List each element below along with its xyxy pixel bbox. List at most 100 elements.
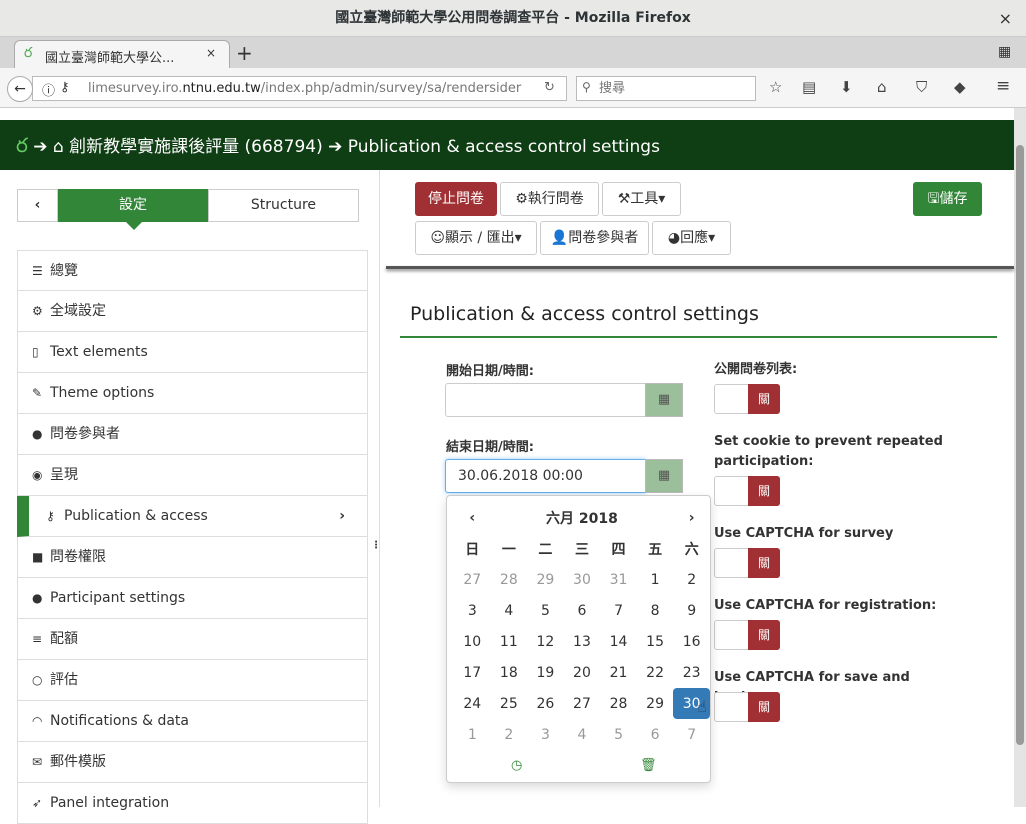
sidebar-collapse-button[interactable]: ‹ bbox=[17, 189, 58, 222]
sidebar-item[interactable]: ● Participant settings bbox=[17, 578, 368, 619]
calendar-day[interactable]: 23 bbox=[673, 657, 710, 688]
toggle-switch[interactable]: 關 bbox=[714, 692, 780, 722]
calendar-day[interactable]: 13 bbox=[564, 626, 601, 657]
browser-tab[interactable]: 國立臺灣師範大學公... bbox=[14, 40, 230, 70]
clock-icon[interactable]: ◷ bbox=[511, 758, 522, 773]
end-date-input[interactable]: 30.06.2018 00:00 bbox=[445, 459, 646, 493]
calendar-day[interactable]: 19 bbox=[527, 657, 564, 688]
calendar-day[interactable]: 7 bbox=[600, 595, 637, 626]
responses-dropdown[interactable]: ◕回應▾ bbox=[652, 221, 731, 255]
reload-icon[interactable]: ↻ bbox=[544, 80, 555, 95]
start-date-input[interactable] bbox=[445, 383, 646, 417]
home-icon[interactable]: ⌂ bbox=[877, 78, 887, 96]
url-bar[interactable]: limesurvey.iro.ntnu.edu.tw/index.php/adm… bbox=[32, 76, 567, 101]
sidebar-item[interactable]: ≡ 配額 bbox=[17, 619, 368, 660]
info-icon[interactable]: ⓘ bbox=[42, 80, 55, 99]
toggle-switch[interactable]: 關 bbox=[714, 476, 780, 506]
bookmark-star-icon[interactable]: ☆ bbox=[769, 78, 782, 96]
calendar-day[interactable]: 18 bbox=[491, 657, 528, 688]
calendar-day[interactable]: 10 bbox=[454, 626, 491, 657]
calendar-day[interactable]: 7 bbox=[673, 719, 710, 750]
calendar-day[interactable]: 28 bbox=[491, 564, 528, 595]
calendar-day[interactable]: 3 bbox=[527, 719, 564, 750]
calendar-day[interactable]: 29 bbox=[637, 688, 674, 719]
calendar-day[interactable]: 14 bbox=[600, 626, 637, 657]
calendar-day[interactable]: 25 bbox=[491, 688, 528, 719]
toggle-switch[interactable]: 關 bbox=[714, 384, 780, 414]
calendar-day[interactable]: 16 bbox=[673, 626, 710, 657]
calendar-day[interactable]: 30 bbox=[564, 564, 601, 595]
sidebar-item[interactable]: ✉ 郵件模版 bbox=[17, 742, 368, 783]
calendar-day[interactable]: 3 bbox=[454, 595, 491, 626]
month-title[interactable]: 六月 2018 bbox=[491, 502, 674, 533]
hamburger-menu-icon[interactable]: ≡ bbox=[996, 76, 1010, 96]
sidebar-item[interactable]: ☰ 總覽 bbox=[17, 250, 368, 291]
calendar-day[interactable]: 27 bbox=[454, 564, 491, 595]
calendar-day[interactable]: 29 bbox=[527, 564, 564, 595]
calendar-day[interactable]: 4 bbox=[564, 719, 601, 750]
tab-settings[interactable]: 設定 bbox=[58, 189, 208, 222]
calendar-day[interactable]: 28 bbox=[600, 688, 637, 719]
calendar-icon[interactable]: ▦ bbox=[645, 459, 683, 493]
calendar-day[interactable]: 8 bbox=[637, 595, 674, 626]
home-icon[interactable]: ⌂ bbox=[53, 137, 64, 157]
breadcrumb-survey[interactable]: 創新教學實施課後評量 (668794) bbox=[69, 137, 323, 157]
resize-handle-icon[interactable]: ⋮ bbox=[371, 540, 381, 551]
toggle-switch[interactable]: 關 bbox=[714, 620, 780, 650]
extension-icon[interactable]: ◆ bbox=[954, 78, 966, 96]
calendar-day[interactable]: 15 bbox=[637, 626, 674, 657]
calendar-day[interactable]: 6 bbox=[564, 595, 601, 626]
next-month-button[interactable]: › bbox=[673, 502, 710, 533]
tools-dropdown[interactable]: ⚒工具▾ bbox=[602, 182, 681, 216]
calendar-day[interactable]: 24 bbox=[454, 688, 491, 719]
reading-list-icon[interactable]: ▤ bbox=[802, 78, 816, 96]
save-button[interactable]: 🖫儲存 bbox=[913, 182, 982, 216]
calendar-day[interactable]: 17 bbox=[454, 657, 491, 688]
calendar-icon[interactable]: ▦ bbox=[645, 383, 683, 417]
calendar-day[interactable]: 12 bbox=[527, 626, 564, 657]
calendar-day[interactable]: 20 bbox=[564, 657, 601, 688]
calendar-day[interactable]: 21 bbox=[600, 657, 637, 688]
tabs-menu-icon[interactable]: ▦ bbox=[998, 44, 1011, 60]
calendar-day[interactable]: 9 bbox=[673, 595, 710, 626]
scrollbar-thumb[interactable] bbox=[1016, 145, 1024, 745]
new-tab-button[interactable]: + bbox=[236, 41, 253, 65]
back-button[interactable]: ← bbox=[7, 76, 33, 102]
pocket-icon[interactable]: ⛉ bbox=[916, 78, 927, 96]
calendar-day[interactable]: 1 bbox=[454, 719, 491, 750]
calendar-day[interactable]: 2 bbox=[491, 719, 528, 750]
calendar-day[interactable]: 2 bbox=[673, 564, 710, 595]
sidebar-item[interactable]: ⚙ 全域設定 bbox=[17, 291, 368, 332]
close-window-button[interactable]: × bbox=[999, 0, 1012, 37]
sidebar-item[interactable]: ■ 問卷權限 bbox=[17, 537, 368, 578]
toggle-switch[interactable]: 關 bbox=[714, 548, 780, 578]
calendar-day[interactable]: 5 bbox=[600, 719, 637, 750]
sidebar-item[interactable]: ● 問卷參與者 bbox=[17, 414, 368, 455]
calendar-day[interactable]: 6 bbox=[637, 719, 674, 750]
sidebar-item[interactable]: ◠ Notifications & data bbox=[17, 701, 368, 742]
sidebar-item[interactable]: ✎ Theme options bbox=[17, 373, 368, 414]
calendar-day[interactable]: 4 bbox=[491, 595, 528, 626]
calendar-day[interactable]: 1 bbox=[637, 564, 674, 595]
download-icon[interactable]: ⬇ bbox=[840, 78, 853, 96]
trash-icon[interactable]: 🗑 bbox=[640, 758, 657, 773]
calendar-day[interactable]: 11 bbox=[491, 626, 528, 657]
tab-close-button[interactable]: × bbox=[206, 46, 216, 60]
prev-month-button[interactable]: ‹ bbox=[454, 502, 491, 533]
run-survey-button[interactable]: ⚙執行問卷 bbox=[500, 182, 599, 216]
participants-button[interactable]: 👤問卷參與者 bbox=[540, 221, 649, 255]
calendar-day[interactable]: 27 bbox=[564, 688, 601, 719]
sidebar-item[interactable]: ➶ Panel integration bbox=[17, 783, 368, 824]
sidebar-item[interactable]: ▯ Text elements bbox=[17, 332, 368, 373]
display-export-dropdown[interactable]: ☺顯示 / 匯出▾ bbox=[415, 221, 537, 255]
calendar-day[interactable]: 31 bbox=[600, 564, 637, 595]
sidebar-item[interactable]: ○ 評估 bbox=[17, 660, 368, 701]
stop-survey-button[interactable]: 停止問卷 bbox=[415, 182, 497, 216]
calendar-day[interactable]: 5 bbox=[527, 595, 564, 626]
sidebar-item[interactable]: ◉ 呈現 bbox=[17, 455, 368, 496]
calendar-day[interactable]: 22 bbox=[637, 657, 674, 688]
search-input[interactable]: 搜尋 bbox=[576, 76, 756, 101]
calendar-day[interactable]: 26 bbox=[527, 688, 564, 719]
tab-structure[interactable]: Structure bbox=[208, 189, 359, 222]
sidebar-item[interactable]: ⚷ Publication & access › bbox=[17, 496, 368, 537]
